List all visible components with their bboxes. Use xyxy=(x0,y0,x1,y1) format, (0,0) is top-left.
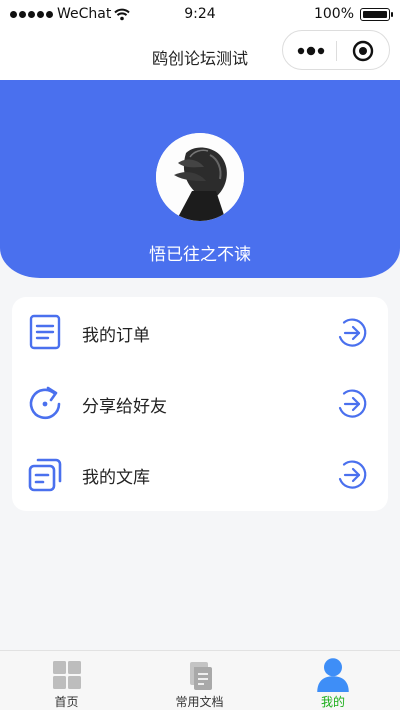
tab-documents[interactable]: 常用文档 xyxy=(133,651,266,710)
home-grid-icon xyxy=(52,661,81,689)
user-icon xyxy=(317,658,349,692)
tab-bar: 首页 常用文档 我的 xyxy=(0,650,400,710)
battery-percent: 100% xyxy=(313,6,354,22)
tab-home[interactable]: 首页 xyxy=(0,651,133,710)
tab-mine[interactable]: 我的 xyxy=(266,651,400,710)
arrow-right-circle-icon xyxy=(338,460,367,489)
menu-item-share[interactable]: 分享给好友 xyxy=(12,368,388,439)
menu-item-orders[interactable]: 我的订单 xyxy=(12,297,388,368)
menu-item-label: 我的文库 xyxy=(82,468,150,488)
battery-status: 100% xyxy=(313,6,393,22)
status-bar: WeChat 9:24 100% xyxy=(0,0,400,30)
menu-card: 我的订单 分享给好友 我的文库 xyxy=(12,297,388,511)
navigation-bar: 鸥创论坛测试 xyxy=(0,30,400,80)
document-icon xyxy=(189,662,212,690)
menu-item-label: 我的订单 xyxy=(82,326,150,346)
menu-item-library[interactable]: 我的文库 xyxy=(12,439,388,510)
tab-label: 我的 xyxy=(320,695,345,709)
avatar[interactable] xyxy=(156,133,244,221)
arrow-right-circle-icon xyxy=(338,318,367,347)
battery-icon xyxy=(360,7,393,21)
mini-program-capsule xyxy=(282,30,390,70)
tab-label: 常用文档 xyxy=(175,695,224,709)
library-icon xyxy=(28,458,62,492)
share-refresh-icon xyxy=(29,386,61,420)
tab-label: 首页 xyxy=(54,695,79,709)
order-list-icon xyxy=(29,314,61,350)
close-mini-program-icon[interactable] xyxy=(352,40,374,62)
username: 悟已往之不谏 xyxy=(149,245,251,265)
menu-item-label: 分享给好友 xyxy=(82,397,167,417)
profile-header: 悟已往之不谏 xyxy=(0,80,400,278)
capsule-divider xyxy=(336,41,337,61)
more-icon[interactable] xyxy=(297,44,325,58)
avatar-image xyxy=(156,133,244,221)
arrow-right-circle-icon xyxy=(338,389,367,418)
